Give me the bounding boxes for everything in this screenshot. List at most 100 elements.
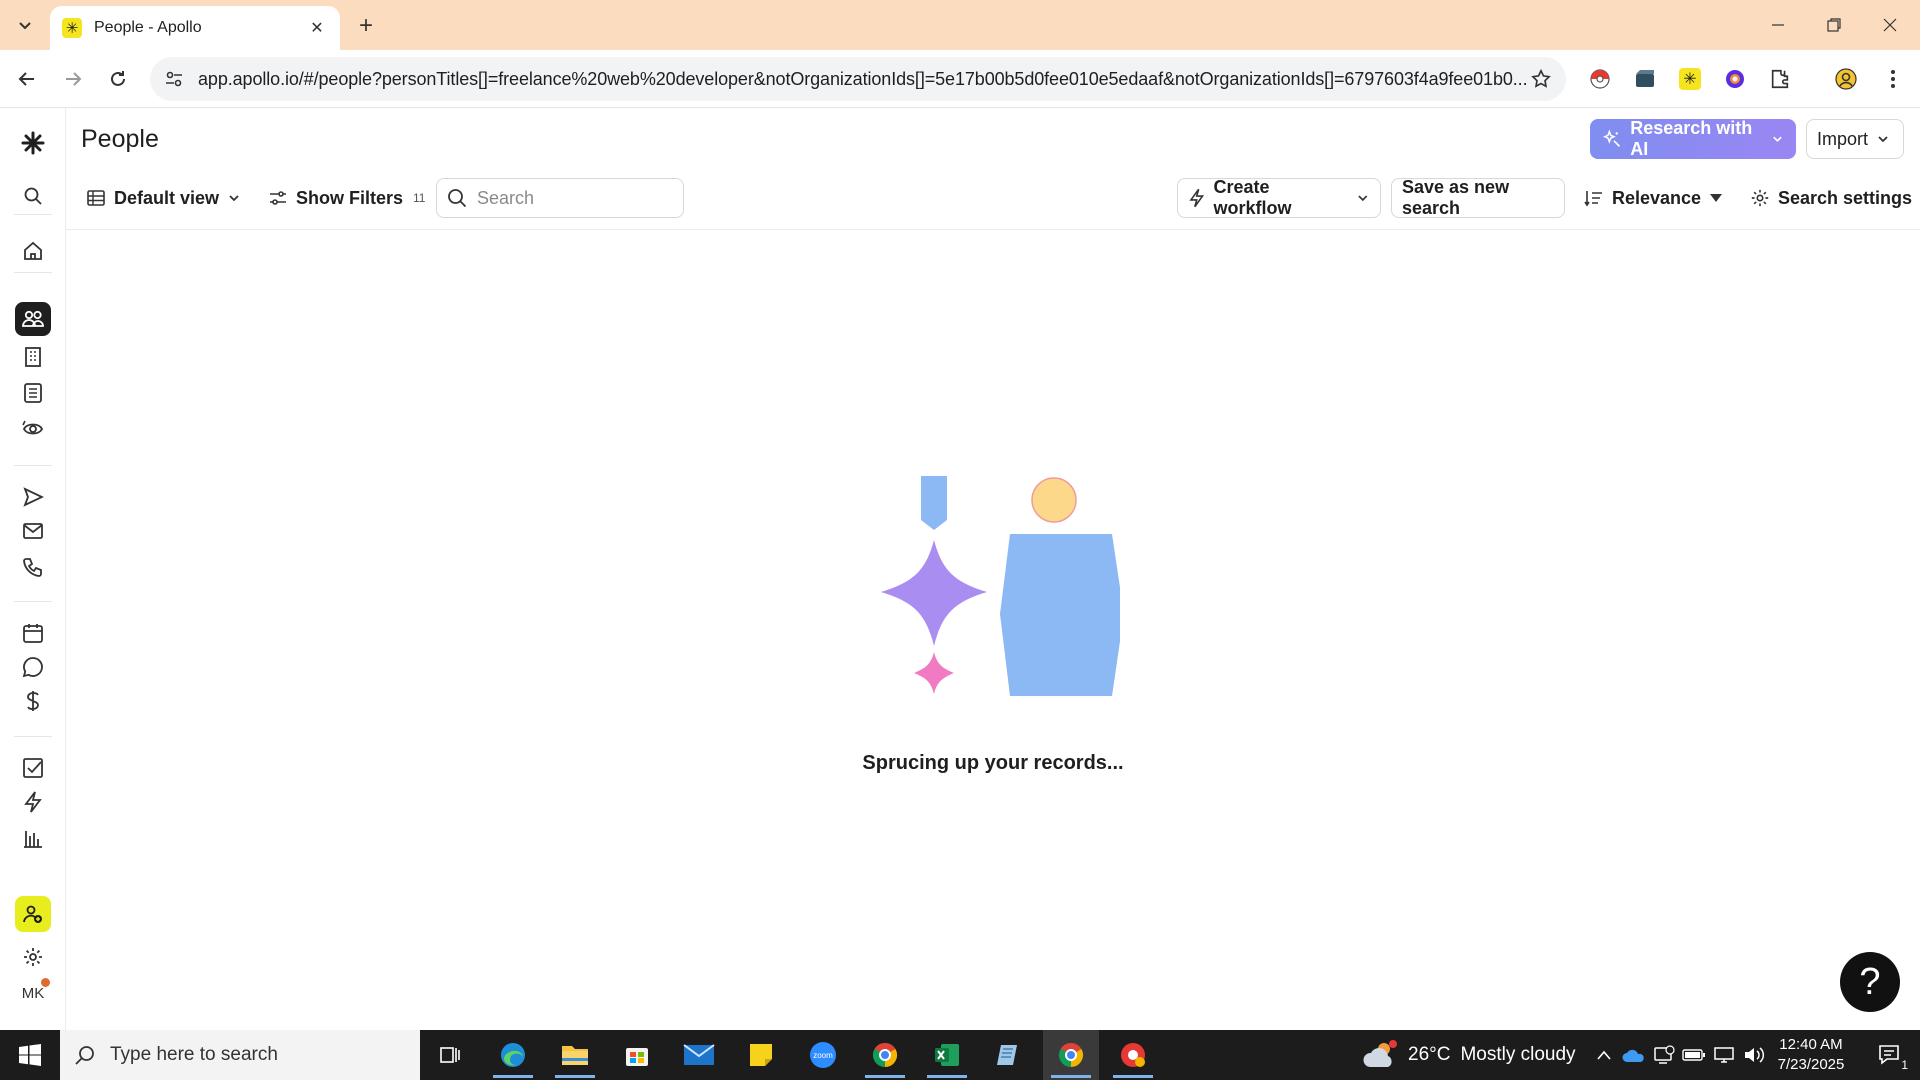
rail-search-icon[interactable] <box>15 179 51 213</box>
color-extension-icon[interactable] <box>1720 64 1750 94</box>
weather-widget[interactable]: 26°C Mostly cloudy <box>1362 1030 1576 1080</box>
ai-sparkle-icon <box>1602 129 1621 147</box>
research-with-ai-label: Research with AI <box>1630 118 1753 159</box>
apollo-logo-icon[interactable] <box>15 126 51 160</box>
window-close-button[interactable] <box>1862 0 1918 50</box>
ribbon-shape <box>921 476 947 530</box>
filter-sliders-icon <box>270 191 286 205</box>
volume-icon[interactable] <box>1740 1030 1768 1080</box>
pokeball-extension-icon[interactable] <box>1585 64 1615 94</box>
tab-search-button[interactable] <box>10 10 40 40</box>
minimize-button[interactable] <box>1750 0 1806 50</box>
create-workflow-button[interactable]: Create workflow <box>1177 177 1381 218</box>
address-bar[interactable]: app.apollo.io/#/people?personTitles[]=fr… <box>150 57 1566 101</box>
edge-browser-icon[interactable] <box>485 1030 541 1080</box>
search-settings-label: Search settings <box>1778 187 1913 208</box>
apollo-extension-icon[interactable]: ✳ <box>1675 64 1705 94</box>
rail-deals-icon[interactable] <box>15 684 51 718</box>
restore-button[interactable] <box>1806 0 1862 50</box>
small-sparkle-icon <box>914 652 954 694</box>
apollo-favicon-icon: ✳ <box>62 18 82 38</box>
rail-conversations-icon[interactable] <box>15 650 51 684</box>
import-button[interactable]: Import <box>1806 119 1904 159</box>
close-icon <box>1883 18 1897 32</box>
taskbar-clock[interactable]: 12:40 AM 7/23/2025 <box>1766 1035 1856 1075</box>
battery-icon[interactable] <box>1680 1030 1708 1080</box>
back-button[interactable] <box>12 64 42 94</box>
start-button[interactable] <box>0 1030 60 1080</box>
network-alert-icon[interactable] <box>1650 1030 1678 1080</box>
scroll-app-icon[interactable] <box>981 1030 1037 1080</box>
task-view-icon[interactable] <box>422 1030 478 1080</box>
search-input[interactable] <box>477 187 667 209</box>
rail-calls-icon[interactable] <box>15 550 51 584</box>
star-icon[interactable] <box>1530 68 1552 90</box>
rail-divider <box>14 465 52 466</box>
mail-app-icon[interactable] <box>671 1030 727 1080</box>
browser-tabstrip: ✳ People - Apollo ✕ + <box>0 0 1920 50</box>
save-as-new-search-button[interactable]: Save as new search <box>1391 177 1565 218</box>
url-text[interactable]: app.apollo.io/#/people?personTitles[]=fr… <box>198 69 1530 90</box>
rail-emails-icon[interactable] <box>15 514 51 548</box>
chevron-down-icon <box>229 195 239 202</box>
loading-illustration <box>881 476 1120 696</box>
extensions-puzzle-icon[interactable] <box>1765 64 1795 94</box>
clapper-extension-icon[interactable] <box>1630 64 1660 94</box>
tab-title: People - Apollo <box>94 19 202 36</box>
microsoft-store-icon[interactable] <box>609 1030 665 1080</box>
tab-close-icon[interactable]: ✕ <box>306 17 328 39</box>
weather-temp: 26°C <box>1408 1044 1451 1065</box>
rail-divider <box>14 736 52 737</box>
chrome-profile-icon[interactable] <box>857 1030 913 1080</box>
show-filters-button[interactable]: Show Filters 11 <box>268 178 425 218</box>
table-icon <box>87 190 105 206</box>
rail-analytics-icon[interactable] <box>15 821 51 855</box>
sort-dropdown[interactable]: Relevance <box>1584 178 1723 218</box>
chrome-secondary-icon[interactable] <box>1105 1030 1161 1080</box>
person-body-shape <box>1000 534 1120 696</box>
windows-taskbar: Type here to search zoom 26°C Mostly clo… <box>0 1030 1920 1080</box>
forward-button[interactable] <box>58 64 88 94</box>
filters-count-badge: 11 <box>413 191 426 205</box>
cloudy-weather-icon <box>1363 1040 1397 1067</box>
new-tab-button[interactable]: + <box>352 12 380 40</box>
import-label: Import <box>1817 128 1869 149</box>
rail-intent-icon[interactable] <box>15 412 51 446</box>
onedrive-icon[interactable] <box>1620 1030 1648 1080</box>
clock-date: 7/23/2025 <box>1777 1056 1845 1073</box>
help-button[interactable]: ? <box>1840 952 1900 1012</box>
sticky-notes-icon[interactable] <box>733 1030 789 1080</box>
browser-menu-icon[interactable] <box>1878 64 1908 94</box>
research-with-ai-button[interactable]: Research with AI <box>1590 118 1796 159</box>
rail-workflows-icon[interactable] <box>15 785 51 819</box>
browser-tab-active[interactable]: ✳ People - Apollo ✕ <box>50 6 340 50</box>
invite-user-button[interactable] <box>15 896 51 932</box>
notification-center-button[interactable]: 1 <box>1866 1030 1916 1080</box>
search-field[interactable] <box>436 178 684 218</box>
chevron-down-icon <box>19 22 31 30</box>
user-avatar[interactable]: MK <box>18 978 50 1008</box>
chevron-down-icon <box>1358 195 1368 202</box>
excel-app-icon[interactable] <box>919 1030 975 1080</box>
chrome-active-icon[interactable] <box>1043 1030 1099 1080</box>
rail-people-icon[interactable] <box>15 302 51 336</box>
default-view-dropdown[interactable]: Default view <box>86 178 241 218</box>
rail-home-icon[interactable] <box>15 234 51 268</box>
notification-count: 1 <box>1901 1058 1908 1072</box>
tray-chevron-up-icon[interactable] <box>1590 1030 1618 1080</box>
rail-companies-icon[interactable] <box>15 340 51 374</box>
reload-button[interactable] <box>103 64 133 94</box>
zoom-app-icon[interactable]: zoom <box>795 1030 851 1080</box>
site-settings-icon[interactable] <box>164 69 184 89</box>
file-explorer-icon[interactable] <box>547 1030 603 1080</box>
rail-lists-icon[interactable] <box>15 376 51 410</box>
browser-toolbar: app.apollo.io/#/people?personTitles[]=fr… <box>0 50 1920 108</box>
rail-sequences-icon[interactable] <box>15 480 51 514</box>
taskbar-search[interactable]: Type here to search <box>60 1030 420 1080</box>
search-settings-button[interactable]: Search settings <box>1750 178 1912 218</box>
profile-icon[interactable] <box>1831 64 1861 94</box>
rail-settings-icon[interactable] <box>15 940 51 974</box>
rail-meetings-icon[interactable] <box>15 616 51 650</box>
loading-message: Sprucing up your records... <box>862 752 1124 774</box>
display-icon[interactable] <box>1710 1030 1738 1080</box>
